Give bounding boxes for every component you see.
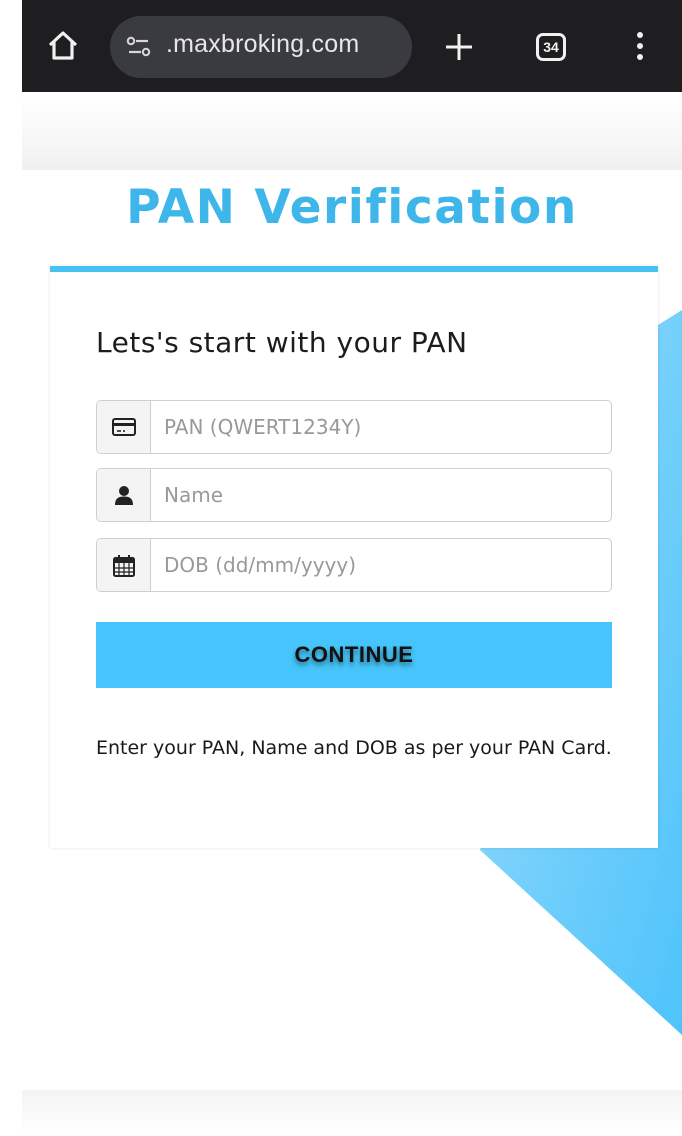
screen-edge: [0, 0, 22, 92]
user-icon: [115, 486, 133, 505]
address-bar[interactable]: .maxbroking.com: [110, 16, 412, 78]
pan-field: [96, 400, 612, 454]
card-heading: Lets's start with your PAN: [96, 326, 468, 359]
page-header: [22, 92, 682, 170]
browser-toolbar: .maxbroking.com 34: [22, 0, 682, 92]
tab-switcher-button[interactable]: 34: [536, 33, 566, 61]
dob-input[interactable]: [152, 539, 610, 591]
home-icon[interactable]: [46, 28, 80, 62]
credit-card-icon: [112, 418, 136, 436]
name-addon: [97, 469, 151, 521]
continue-button[interactable]: CONTINUE: [96, 622, 612, 688]
name-field: [96, 468, 612, 522]
new-tab-icon[interactable]: [444, 32, 474, 62]
pan-verification-card: Lets's start with your PAN PAN (QWERT123…: [50, 266, 658, 848]
url-text[interactable]: .maxbroking.com: [166, 30, 359, 59]
pan-addon: [97, 401, 151, 453]
dob-field: [96, 538, 612, 592]
help-text: Enter your PAN, Name and DOB as per your…: [96, 737, 612, 759]
page-footer: [22, 1090, 682, 1136]
dob-addon: [97, 539, 151, 591]
pan-input[interactable]: [152, 401, 610, 453]
name-input[interactable]: [152, 469, 610, 521]
calendar-icon: [113, 555, 135, 577]
page-title: PAN Verification: [126, 180, 578, 235]
overflow-menu-icon[interactable]: [634, 32, 646, 64]
site-settings-icon[interactable]: [126, 35, 152, 59]
